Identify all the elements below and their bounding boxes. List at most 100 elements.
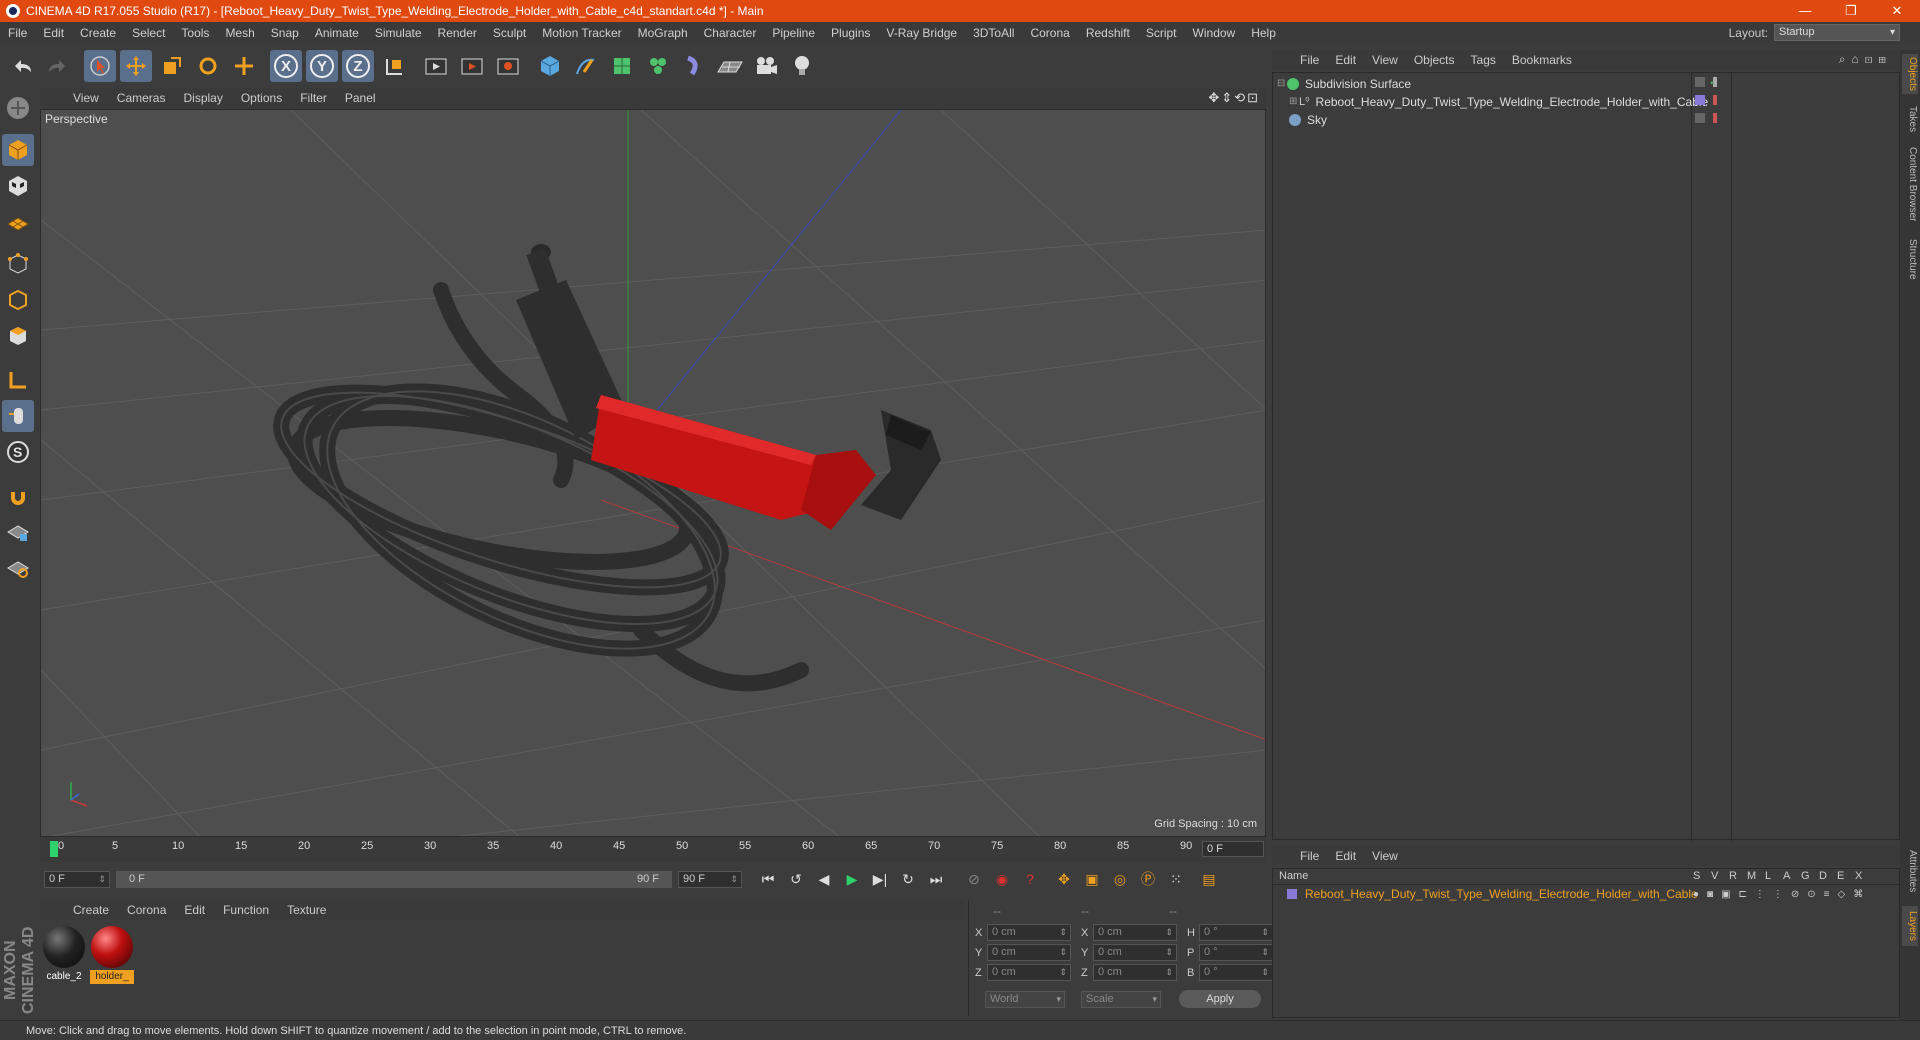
current-frame-field[interactable]: 0 F bbox=[1202, 841, 1264, 857]
material-swatch-cable[interactable]: cable_2 bbox=[42, 926, 86, 984]
layers-menu-view[interactable]: View bbox=[1364, 849, 1406, 863]
texture-mode-icon[interactable] bbox=[2, 170, 34, 202]
workplane-mode-icon[interactable] bbox=[2, 206, 34, 238]
next-keyframe-icon[interactable]: ↻ bbox=[895, 867, 921, 891]
layer-toggle-icon[interactable] bbox=[1695, 113, 1705, 123]
y-axis-lock-icon[interactable]: Y bbox=[306, 50, 338, 82]
material-menu-edit[interactable]: Edit bbox=[175, 903, 214, 917]
column-name[interactable]: Name bbox=[1279, 870, 1308, 882]
viewport-camera-label[interactable]: Perspective bbox=[45, 112, 108, 126]
maximize-button[interactable]: ❐ bbox=[1828, 0, 1874, 22]
scale-tool-icon[interactable] bbox=[156, 50, 188, 82]
tab-objects[interactable]: Objects bbox=[1902, 54, 1918, 94]
menu-snap[interactable]: Snap bbox=[263, 26, 307, 40]
menu-3dtoall[interactable]: 3DToAll bbox=[965, 26, 1022, 40]
objects-menu-file[interactable]: File bbox=[1292, 53, 1327, 67]
previous-keyframe-icon[interactable]: ↺ bbox=[783, 867, 809, 891]
x-axis-lock-icon[interactable]: X bbox=[270, 50, 302, 82]
size-z-field[interactable]: 0 cm ⇕ bbox=[1093, 964, 1177, 981]
select-arrow-icon[interactable] bbox=[84, 50, 116, 82]
floor-icon[interactable] bbox=[714, 50, 746, 82]
key-position-icon[interactable]: ✥ bbox=[1051, 867, 1077, 891]
subdivision-surface-icon[interactable] bbox=[606, 50, 638, 82]
previous-frame-icon[interactable]: ◀ bbox=[811, 867, 837, 891]
viewport-navigation-icons[interactable]: ✥⇕⟲⊡ bbox=[1208, 90, 1260, 106]
tweak-mode-icon[interactable] bbox=[2, 400, 34, 432]
coordinate-type-dropdown[interactable]: Scale ▾ bbox=[1081, 990, 1161, 1008]
menu-pipeline[interactable]: Pipeline bbox=[764, 26, 823, 40]
size-x-field[interactable]: 0 cm ⇕ bbox=[1093, 924, 1177, 941]
rotate-tool-icon[interactable] bbox=[192, 50, 224, 82]
layer-color-icon[interactable] bbox=[1695, 95, 1705, 105]
transform-tool-icon[interactable] bbox=[228, 50, 260, 82]
material-menu-create[interactable]: Create bbox=[64, 903, 118, 917]
menu-simulate[interactable]: Simulate bbox=[367, 26, 430, 40]
key-parameter-icon[interactable]: Ⓟ bbox=[1135, 867, 1161, 891]
size-y-field[interactable]: 0 cm ⇕ bbox=[1093, 944, 1177, 961]
layers-menu-edit[interactable]: Edit bbox=[1327, 849, 1364, 863]
menu-sculpt[interactable]: Sculpt bbox=[485, 26, 534, 40]
key-scale-icon[interactable]: ▣ bbox=[1079, 867, 1105, 891]
edges-mode-icon[interactable] bbox=[2, 284, 34, 316]
menu-create[interactable]: Create bbox=[72, 26, 124, 40]
menu-redshift[interactable]: Redshift bbox=[1078, 26, 1138, 40]
material-menu-texture[interactable]: Texture bbox=[278, 903, 335, 917]
make-editable-icon[interactable] bbox=[2, 92, 34, 124]
axis-mode-icon[interactable] bbox=[2, 364, 34, 396]
go-to-start-icon[interactable]: ⏮ bbox=[755, 867, 781, 891]
go-to-end-icon[interactable]: ⏭ bbox=[923, 867, 949, 891]
keyframe-selection-icon[interactable]: ? bbox=[1017, 867, 1043, 891]
timeline-playhead[interactable] bbox=[50, 841, 58, 857]
key-point-level-icon[interactable]: ⁙ bbox=[1163, 867, 1189, 891]
menu-motion-tracker[interactable]: Motion Tracker bbox=[534, 26, 629, 40]
start-frame-field[interactable]: 0 F ⇕ bbox=[44, 870, 110, 888]
menu-corona[interactable]: Corona bbox=[1022, 26, 1077, 40]
column-deformers[interactable]: D bbox=[1819, 870, 1827, 882]
menu-tools[interactable]: Tools bbox=[173, 26, 217, 40]
light-icon[interactable] bbox=[786, 50, 818, 82]
viewport-menu-display[interactable]: Display bbox=[174, 91, 231, 105]
coordinate-system-icon[interactable] bbox=[378, 50, 410, 82]
polygons-mode-icon[interactable] bbox=[2, 320, 34, 352]
tab-layers[interactable]: Layers bbox=[1902, 906, 1918, 946]
column-solo[interactable]: S bbox=[1693, 870, 1700, 882]
timeline-ruler[interactable]: 0 5 10 15 20 25 30 35 40 45 50 55 60 65 … bbox=[40, 838, 1266, 862]
close-button[interactable]: ✕ bbox=[1874, 0, 1920, 22]
points-mode-icon[interactable] bbox=[2, 248, 34, 280]
frame-range-slider[interactable]: 0 F 90 F bbox=[116, 870, 672, 888]
layer-row[interactable]: Reboot_Heavy_Duty_Twist_Type_Welding_Ele… bbox=[1279, 887, 1698, 901]
workplane-lock-icon[interactable] bbox=[2, 516, 34, 548]
menu-select[interactable]: Select bbox=[124, 26, 173, 40]
render-to-picture-viewer-icon[interactable] bbox=[456, 50, 488, 82]
undo-icon[interactable] bbox=[6, 50, 38, 82]
position-y-field[interactable]: 0 cm ⇕ bbox=[987, 944, 1071, 961]
menu-plugins[interactable]: Plugins bbox=[823, 26, 878, 40]
layers-menu-file[interactable]: File bbox=[1292, 849, 1327, 863]
object-manager-toolbar-icons[interactable]: ⌕⌂⊡⊞ bbox=[1839, 52, 1892, 67]
column-xrefs[interactable]: X bbox=[1855, 870, 1862, 882]
column-animation[interactable]: A bbox=[1783, 870, 1790, 882]
menu-window[interactable]: Window bbox=[1185, 26, 1244, 40]
material-swatch-holder[interactable]: holder_ bbox=[90, 926, 134, 984]
column-render[interactable]: R bbox=[1729, 870, 1737, 882]
snapping-magnet-icon[interactable] bbox=[2, 480, 34, 512]
menu-mesh[interactable]: Mesh bbox=[217, 26, 262, 40]
end-frame-field[interactable]: 90 F ⇕ bbox=[678, 870, 742, 888]
objects-menu-bookmarks[interactable]: Bookmarks bbox=[1504, 53, 1580, 67]
minimize-button[interactable]: — bbox=[1782, 0, 1828, 22]
menu-vray-bridge[interactable]: V-Ray Bridge bbox=[878, 26, 965, 40]
render-settings-icon[interactable] bbox=[492, 50, 524, 82]
visibility-dots-icon[interactable] bbox=[1713, 95, 1717, 105]
next-frame-icon[interactable]: ▶| bbox=[867, 867, 893, 891]
tab-content-browser[interactable]: Content Browser bbox=[1902, 144, 1918, 224]
menu-render[interactable]: Render bbox=[430, 26, 485, 40]
column-manager[interactable]: M bbox=[1747, 870, 1756, 882]
tab-attributes[interactable]: Attributes bbox=[1902, 844, 1918, 898]
position-z-field[interactable]: 0 cm ⇕ bbox=[987, 964, 1071, 981]
3d-viewport[interactable]: Perspective Grid Spacing : 10 cm bbox=[40, 109, 1266, 837]
apply-button[interactable]: Apply bbox=[1179, 990, 1261, 1008]
material-menu-corona[interactable]: Corona bbox=[118, 903, 175, 917]
autokey-icon[interactable]: ◉ bbox=[989, 867, 1015, 891]
camera-icon[interactable] bbox=[750, 50, 782, 82]
viewport-menu-view[interactable]: View bbox=[64, 91, 108, 105]
